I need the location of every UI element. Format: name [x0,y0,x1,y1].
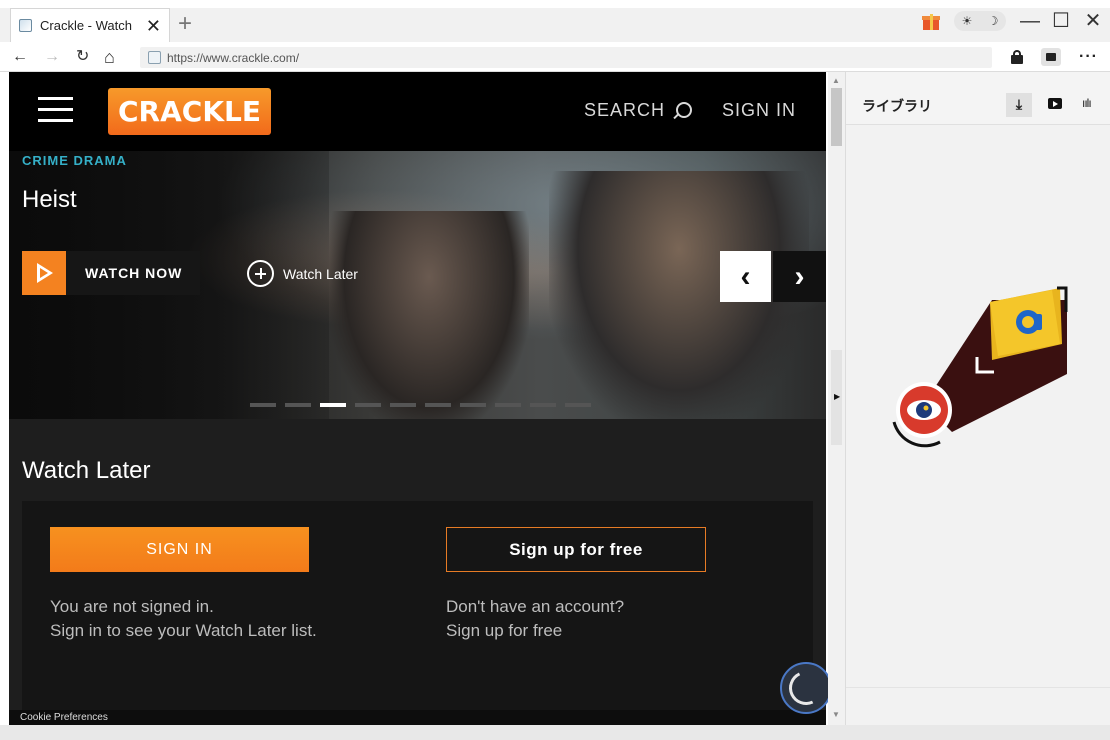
loading-spinner-icon [780,662,832,714]
carousel-dot[interactable] [460,403,486,407]
video-tab-icon[interactable] [1048,98,1062,109]
hero-title: Heist [22,186,77,213]
audio-tab-icon[interactable]: ıılı [1082,96,1092,110]
carousel-dot[interactable] [390,403,416,407]
close-tab-icon[interactable]: ✕ [146,17,161,35]
sun-icon: ☀ [961,14,973,28]
library-footer [846,687,1110,725]
page-scrollbar[interactable]: ▲ ▶ ▼ [828,72,845,725]
crackle-logo[interactable]: CRACKLE [108,88,271,135]
carousel-indicators [250,403,591,407]
watch-now-label: WATCH NOW [85,265,183,281]
header-signin-link[interactable]: SIGN IN [722,100,796,121]
moon-icon: ☽ [987,14,999,28]
empty-library-illustration [892,286,1068,448]
signup-message-line2[interactable]: Sign up for free [446,619,624,643]
watch-later-panel: SIGN IN Sign up for free You are not sig… [22,501,813,725]
video-capture-icon[interactable] [1041,48,1062,66]
carousel-prev-button[interactable]: ‹ [720,251,771,302]
library-title: ライブラリ [862,98,932,114]
collapse-panel-icon[interactable]: ▶ [834,392,840,401]
hero-genre: CRIME DRAMA [22,153,127,168]
signup-message-line1: Don't have an account? [446,597,625,616]
search-label: SEARCH [584,100,666,120]
status-bar [0,725,1110,740]
minimize-button[interactable]: — [1020,11,1040,31]
close-window-button[interactable]: ✕ [1084,11,1102,31]
hamburger-menu-icon[interactable] [38,97,73,122]
signup-button[interactable]: Sign up for free [446,527,706,572]
theme-toggle[interactable]: ☀ ☽ [954,11,1006,31]
carousel-dot[interactable] [285,403,311,407]
carousel-dot[interactable] [250,403,276,407]
carousel-dot[interactable] [565,403,591,407]
browser-tabbar: Crackle - Watch ✕ + ☀ ☽ — ☐ ✕ [0,0,1110,42]
browser-tab[interactable]: Crackle - Watch ✕ [10,8,170,42]
home-icon[interactable]: ⌂ [104,47,115,67]
carousel-dot[interactable] [355,403,381,407]
lock-icon[interactable] [1011,50,1024,64]
carousel-dot[interactable] [530,403,556,407]
window-controls: ☀ ☽ — ☐ ✕ [922,11,1102,31]
library-sidebar: ライブラリ ⤓ ıılı [845,72,1110,725]
search-link[interactable]: SEARCH [584,100,693,121]
watch-later-heading: Watch Later [22,457,151,484]
search-icon [673,101,693,120]
back-icon[interactable]: ← [12,47,28,67]
play-icon [22,251,66,295]
signin-message-line2: Sign in to see your Watch Later list. [50,621,317,640]
watch-now-button[interactable]: WATCH NOW [22,251,200,295]
signin-message-line1: You are not signed in. [50,597,214,616]
carousel-dot[interactable] [495,403,521,407]
tab-title: Crackle - Watch [40,18,132,33]
signup-message: Don't have an account? Sign up for free [446,595,624,643]
site-header: CRACKLE SEARCH SIGN IN [9,72,826,151]
url-text: https://www.crackle.com/ [167,50,300,65]
forward-icon[interactable]: → [44,47,60,67]
scroll-down-icon[interactable]: ▼ [832,710,840,719]
download-tab-icon[interactable]: ⤓ [1006,93,1032,117]
gift-icon[interactable] [922,12,940,30]
url-field[interactable]: https://www.crackle.com/ [140,47,992,68]
watch-later-label: Watch Later [283,265,358,282]
hero-carousel: CRIME DRAMA Heist WATCH NOW Watch Later … [9,151,826,419]
logo-text: CRACKLE [118,95,261,128]
watch-later-button[interactable]: Watch Later [247,260,358,287]
maximize-button[interactable]: ☐ [1052,11,1070,31]
address-bar-actions: ··· [1011,48,1098,66]
more-menu-icon[interactable]: ··· [1079,48,1098,66]
webpage: CRACKLE SEARCH SIGN IN CRIME DRAMA Heist… [9,72,826,725]
signin-button[interactable]: SIGN IN [50,527,309,572]
new-tab-button[interactable]: + [178,12,192,36]
scroll-thumb[interactable] [831,88,842,146]
signin-message: You are not signed in. Sign in to see yo… [50,595,317,643]
plus-circle-icon [247,260,274,287]
site-favicon-icon [148,51,161,64]
hero-image-person-left [329,211,529,419]
carousel-next-button[interactable]: › [773,251,826,302]
cookie-preferences-link[interactable]: Cookie Preferences [9,710,826,725]
reload-icon[interactable]: ↻ [76,47,89,67]
address-bar-row: ← → ↻ ⌂ https://www.crackle.com/ ··· [0,42,1110,72]
page-favicon-icon [19,19,32,32]
scroll-up-icon[interactable]: ▲ [832,76,840,85]
library-header: ライブラリ ⤓ ıılı [846,72,1110,125]
carousel-dot[interactable] [320,403,346,407]
carousel-dot[interactable] [425,403,451,407]
